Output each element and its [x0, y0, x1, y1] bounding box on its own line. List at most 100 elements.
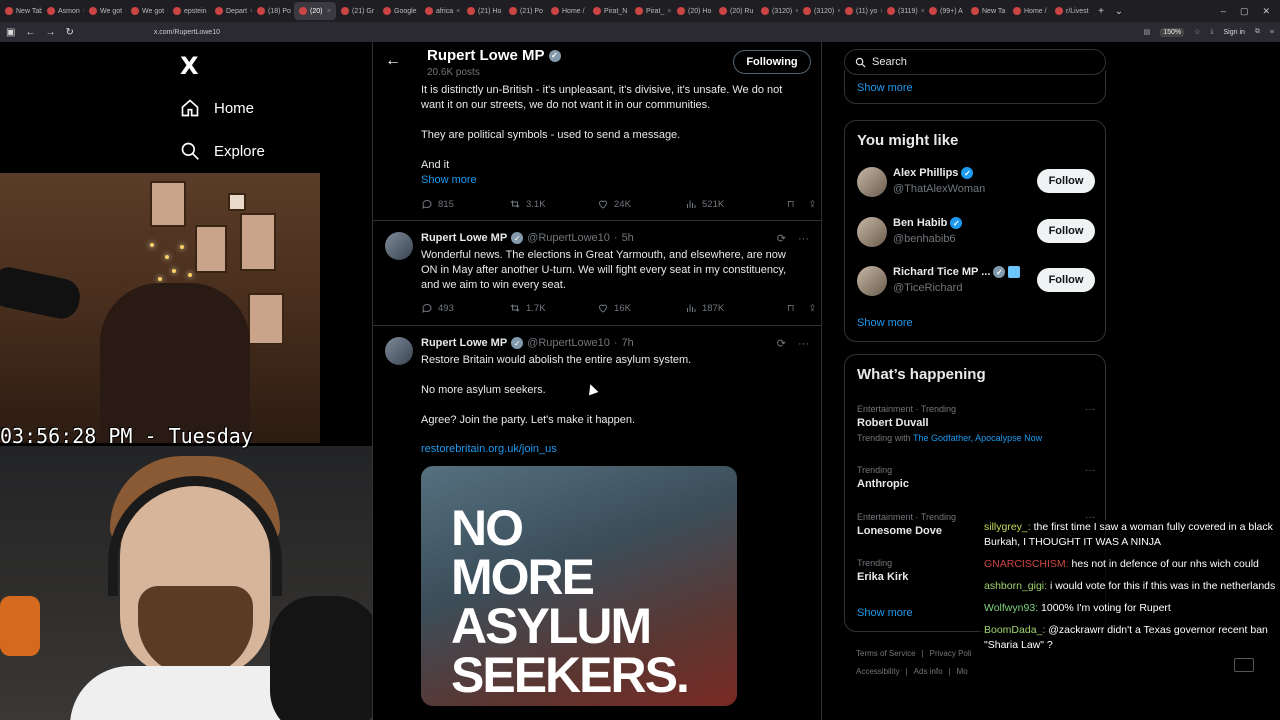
suggested-user[interactable]: Alex Phillips ✓ @ThatAlexWoman Follow [857, 165, 1095, 199]
browser-tab[interactable]: (11) yo× [840, 2, 882, 20]
sidebar-toggle-icon[interactable]: ▣ [6, 27, 15, 38]
tweet-3-media[interactable]: NO MORE ASYLUM SEEKERS. [421, 466, 737, 706]
browser-tab[interactable]: (21) Ho× [462, 2, 504, 20]
suggested-user[interactable]: Ben Habib ✓ @benhabib6 Follow [857, 215, 1095, 249]
browser-tab[interactable]: Pirat_ × [630, 2, 672, 20]
browser-tab[interactable]: (20) Ru× [714, 2, 756, 20]
bookmark-icon[interactable]: ⊓ [787, 199, 794, 210]
back-icon[interactable]: ← [25, 27, 35, 38]
browser-tab[interactable]: Home /× [546, 2, 588, 20]
browser-tab[interactable]: (3120) × [798, 2, 840, 20]
browser-tab[interactable]: (99+) A× [924, 2, 966, 20]
menu-icon[interactable]: ≡ [1270, 29, 1274, 36]
avatar[interactable] [857, 167, 887, 197]
browser-tab[interactable]: epstein× [168, 2, 210, 20]
more-options-icon[interactable]: ··· [798, 233, 809, 245]
browser-tab[interactable]: (3119) × [882, 2, 924, 20]
footer-link-ads-info[interactable]: Ads info [914, 667, 943, 676]
nav-item-home[interactable]: Home [180, 98, 254, 118]
show-more-link[interactable]: Show more [857, 317, 913, 329]
zoom-level[interactable]: 150% [1160, 27, 1185, 37]
share-icon[interactable]: ⇪ [808, 199, 816, 210]
browser-tab[interactable]: We got× [126, 2, 168, 20]
reply-button[interactable]: 493 [421, 302, 509, 314]
browser-tab[interactable]: New Ta× [966, 2, 1008, 20]
reader-icon[interactable]: ▤ [1144, 28, 1151, 36]
maximize-icon[interactable]: ▢ [1240, 6, 1249, 17]
browser-tab[interactable]: Pirat_N× [588, 2, 630, 20]
x-logo[interactable]: X [180, 52, 199, 80]
show-more-link[interactable]: Show more [857, 82, 913, 94]
more-options-icon[interactable]: ··· [798, 338, 809, 350]
browser-tab[interactable]: r/Livest× [1050, 2, 1092, 20]
tab-close-icon[interactable]: × [456, 8, 460, 15]
minimize-icon[interactable]: – [1221, 6, 1226, 17]
tab-close-icon[interactable]: × [667, 8, 671, 15]
browser-tab[interactable]: Asmon× [42, 2, 84, 20]
trend-item[interactable]: Entertainment · Trending Robert Duvall T… [857, 404, 1095, 443]
follow-button[interactable]: Follow [1037, 268, 1095, 292]
repost-button[interactable]: 1.7K [509, 302, 597, 314]
avatar[interactable] [385, 337, 413, 365]
follow-button[interactable]: Follow [1037, 219, 1095, 243]
browser-tab[interactable]: We got× [84, 2, 126, 20]
extensions-icon[interactable]: ⧉ [1255, 28, 1260, 36]
browser-tab[interactable]: Google× [378, 2, 420, 20]
browser-tab[interactable]: africa × [420, 2, 462, 20]
suggested-user[interactable]: Richard Tice MP ... ✓ @TiceRichard Follow [857, 264, 1095, 298]
browser-tab[interactable]: Home /× [1008, 2, 1050, 20]
more-options-icon[interactable]: ··· [1085, 465, 1095, 476]
browser-tab[interactable]: (20) × [294, 2, 336, 20]
reload-icon[interactable]: ↻ [65, 27, 73, 38]
footer-link-terms[interactable]: Terms of Service [856, 649, 916, 658]
tab-list-icon[interactable]: ⌄ [1110, 6, 1128, 17]
forward-icon[interactable]: → [45, 27, 55, 38]
trend-item[interactable]: Trending Anthropic ··· [857, 465, 1095, 490]
tweet-time[interactable]: 5h [622, 232, 634, 244]
views-button[interactable]: 521K [685, 198, 773, 210]
grok-icon[interactable]: ⟳ [777, 337, 786, 350]
avatar[interactable] [857, 266, 887, 296]
bookmark-icon[interactable]: ⊓ [787, 303, 794, 314]
following-button[interactable]: Following [733, 50, 811, 74]
address-bar[interactable]: x.com/RupertLowe10 [154, 29, 220, 36]
bookmark-star-icon[interactable]: ☆ [1194, 28, 1200, 36]
show-more-link[interactable]: Show more [857, 607, 913, 619]
tweet-3-link[interactable]: restorebritain.org.uk/join_us [421, 443, 557, 455]
like-button[interactable]: 16K [597, 302, 685, 314]
author-handle[interactable]: @RupertLowe10 [527, 337, 610, 349]
footer-link-privacy[interactable]: Privacy Poli [930, 649, 972, 658]
browser-tab[interactable]: (21) Po× [504, 2, 546, 20]
browser-tab[interactable]: New Tab× [0, 2, 42, 20]
messages-icon[interactable] [1234, 658, 1254, 672]
tweet-1-show-more[interactable]: Show more [421, 174, 477, 186]
close-window-icon[interactable]: ✕ [1262, 6, 1270, 17]
browser-tab[interactable]: Depart× [210, 2, 252, 20]
tweet-time[interactable]: 7h [622, 337, 634, 349]
repost-button[interactable]: 3.1K [509, 198, 597, 210]
footer-link-more[interactable]: Mo [957, 667, 968, 676]
back-arrow-icon[interactable]: ← [385, 52, 401, 70]
trend-related-links[interactable]: The Godfather, Apocalypse Now [913, 433, 1042, 443]
avatar[interactable] [857, 217, 887, 247]
avatar[interactable] [385, 232, 413, 260]
reply-button[interactable]: 815 [421, 198, 509, 210]
browser-tab[interactable]: (20) Ho× [672, 2, 714, 20]
follow-button[interactable]: Follow [1037, 169, 1095, 193]
footer-link-accessibility[interactable]: Accessibility [856, 667, 900, 676]
author-name[interactable]: Rupert Lowe MP [421, 232, 507, 244]
author-handle[interactable]: @RupertLowe10 [527, 232, 610, 244]
browser-tab[interactable]: (18) Po× [252, 2, 294, 20]
share-icon[interactable]: ⇪ [808, 303, 816, 314]
nav-item-explore[interactable]: Explore [180, 141, 265, 161]
sign-in-button[interactable]: Sign in [1224, 29, 1245, 36]
tab-close-icon[interactable]: × [327, 8, 331, 15]
download-icon[interactable]: ⤓ [1210, 28, 1213, 36]
more-options-icon[interactable]: ··· [1085, 404, 1095, 415]
new-tab-icon[interactable]: + [1092, 6, 1110, 17]
views-button[interactable]: 187K [685, 302, 773, 314]
author-name[interactable]: Rupert Lowe MP [421, 337, 507, 349]
browser-tab[interactable]: (21) Gr× [336, 2, 378, 20]
grok-icon[interactable]: ⟳ [777, 232, 786, 245]
like-button[interactable]: 24K [597, 198, 685, 210]
